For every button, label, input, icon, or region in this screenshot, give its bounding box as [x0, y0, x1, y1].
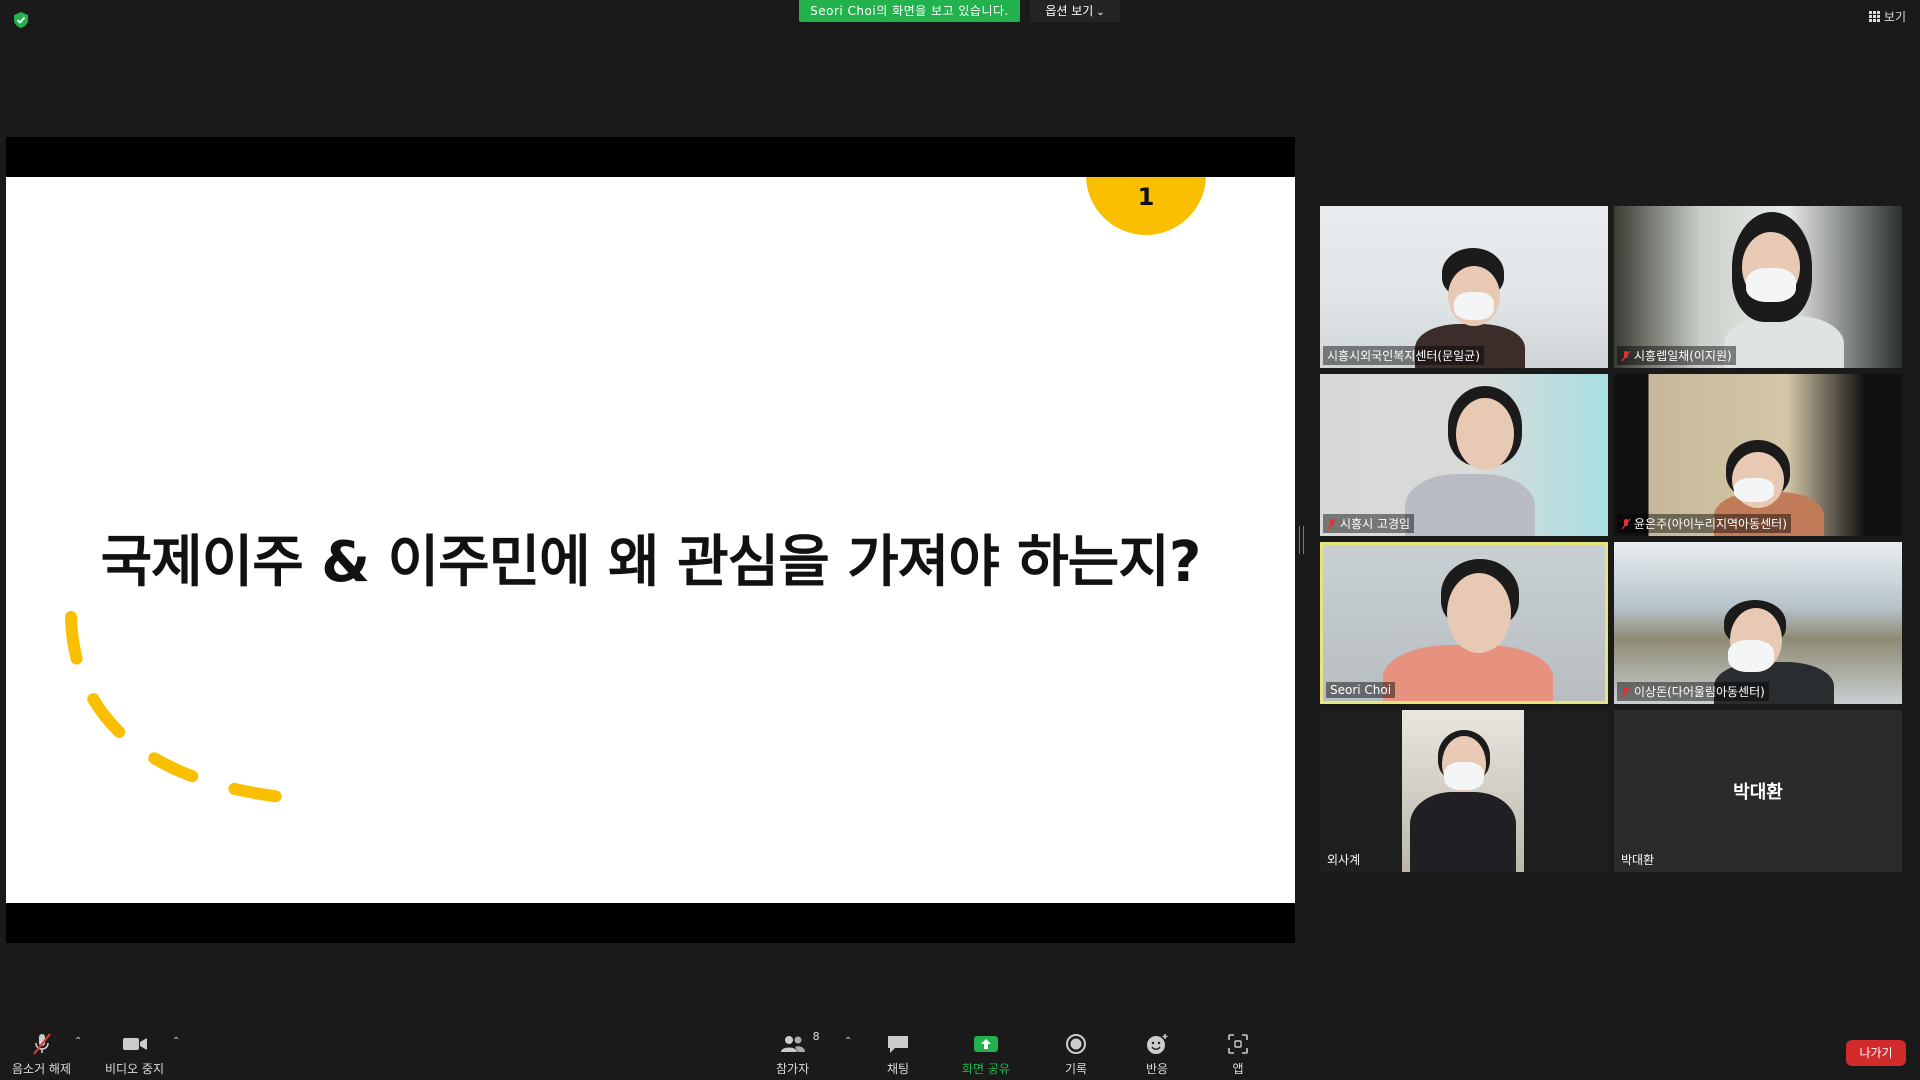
- participant-tile[interactable]: 이상돈(다어울림아동센터): [1614, 542, 1902, 704]
- chat-label: 채팅: [886, 1062, 910, 1076]
- participant-tile-active-speaker[interactable]: Seori Choi: [1320, 542, 1608, 704]
- view-options-label: 옵션 보기: [1045, 4, 1094, 18]
- share-screen-button[interactable]: 화면 공유: [962, 1032, 1010, 1077]
- participant-name-label: 외사계: [1327, 853, 1361, 867]
- participant-tile-no-video[interactable]: 박대환 박대환: [1614, 710, 1902, 872]
- slide-title: 국제이주 & 이주민에 왜 관심을 가져야 하는지?: [100, 530, 1202, 595]
- participant-video: [1614, 206, 1902, 368]
- participants-count: 8: [812, 1030, 820, 1043]
- share-screen-icon: [973, 1036, 998, 1052]
- stop-video-button[interactable]: 비디오 중지: [105, 1032, 164, 1077]
- apps-label: 앱: [1232, 1062, 1244, 1076]
- security-shield-icon[interactable]: [12, 11, 30, 29]
- participants-button[interactable]: 8 참가자: [776, 1030, 820, 1077]
- view-options-button[interactable]: 옵션 보기 ⌄: [1030, 0, 1120, 22]
- participant-tile[interactable]: 시흥렙일채(이지원): [1614, 206, 1902, 368]
- reactions-label: 반응: [1145, 1062, 1169, 1076]
- chevron-down-icon: ⌄: [1096, 7, 1105, 18]
- participant-name-label: 시흥렙일채(이지원): [1617, 346, 1736, 365]
- muted-mic-icon: [1621, 686, 1631, 697]
- unmute-button[interactable]: 음소거 해제: [12, 1032, 71, 1077]
- participant-name-label: 시흥시외국인복지센터(문일균): [1323, 346, 1484, 365]
- stop-video-label: 비디오 중지: [105, 1062, 165, 1076]
- muted-mic-icon: [32, 1033, 51, 1055]
- participant-tile[interactable]: 시흥시외국인복지센터(문일균): [1320, 206, 1608, 368]
- apps-button[interactable]: 앱: [1227, 1032, 1249, 1077]
- meeting-toolbar: 음소거 해제 ⌃ 비디오 중지 ⌃ 8 참가자 ⌃ 채팅 화면 공유 기록 반응…: [0, 1024, 1920, 1080]
- record-button[interactable]: 기록: [1065, 1032, 1087, 1077]
- participant-video: [1614, 542, 1902, 704]
- record-icon: [1066, 1034, 1087, 1054]
- muted-mic-icon: [1621, 350, 1631, 361]
- muted-mic-icon: [1327, 518, 1337, 529]
- participant-video: [1320, 374, 1608, 536]
- participant-tile[interactable]: 외사계: [1320, 710, 1608, 872]
- presentation-slide: 1 국제이주 & 이주민에 왜 관심을 가져야 하는지?: [6, 177, 1295, 903]
- slide-page-number: 1: [1137, 183, 1155, 211]
- participant-video: [1320, 206, 1608, 368]
- participant-video: [1323, 545, 1605, 701]
- screen-share-banner: Seori Choi의 화면을 보고 있습니다.: [799, 0, 1020, 22]
- unmute-label: 음소거 해제: [12, 1062, 72, 1076]
- participant-name-label: 이상돈(다어울림아동센터): [1617, 682, 1769, 701]
- participant-name-label: Seori Choi: [1326, 682, 1396, 698]
- participant-tile[interactable]: 윤은주(아이누리지역아동센터): [1614, 374, 1902, 536]
- participant-video: [1614, 374, 1902, 536]
- decorative-dashed-arc: [65, 611, 287, 803]
- share-screen-label: 화면 공유: [962, 1062, 1010, 1076]
- participant-name-label: 윤은주(아이누리지역아동센터): [1617, 514, 1791, 533]
- audio-options-caret-icon[interactable]: ⌃: [74, 1036, 82, 1047]
- video-options-caret-icon[interactable]: ⌃: [172, 1036, 180, 1047]
- participant-tile[interactable]: 시흥시 고경임: [1320, 374, 1608, 536]
- record-label: 기록: [1065, 1062, 1088, 1076]
- shared-screen: 1 국제이주 & 이주민에 왜 관심을 가져야 하는지?: [6, 137, 1295, 943]
- participant-name-label: 박대환: [1621, 853, 1655, 867]
- leave-meeting-button[interactable]: 나가기: [1846, 1040, 1906, 1066]
- muted-mic-icon: [1621, 518, 1631, 529]
- participants-label: 참가자: [776, 1062, 810, 1076]
- apps-icon: [1228, 1034, 1248, 1054]
- chat-button[interactable]: 채팅: [886, 1032, 910, 1077]
- video-camera-icon: [122, 1038, 147, 1050]
- participant-gallery: 시흥시외국인복지센터(문일균) 시흥렙일채(이지원) 시흥시 고경임 윤은주(아…: [1320, 206, 1908, 874]
- participant-display-name: 박대환: [1733, 782, 1783, 803]
- grid-icon: [1868, 11, 1880, 22]
- participant-video: [1402, 710, 1524, 872]
- panel-resize-handle[interactable]: [1299, 526, 1304, 554]
- view-button[interactable]: 보기: [1868, 8, 1906, 25]
- participants-icon: [780, 1036, 805, 1052]
- reactions-button[interactable]: 반응: [1145, 1032, 1169, 1077]
- participants-options-caret-icon[interactable]: ⌃: [844, 1036, 852, 1047]
- view-label: 보기: [1883, 10, 1906, 24]
- chat-bubble-icon: [888, 1036, 908, 1053]
- participant-name-label: 시흥시 고경임: [1323, 514, 1415, 533]
- reaction-emoji-icon: [1147, 1034, 1168, 1054]
